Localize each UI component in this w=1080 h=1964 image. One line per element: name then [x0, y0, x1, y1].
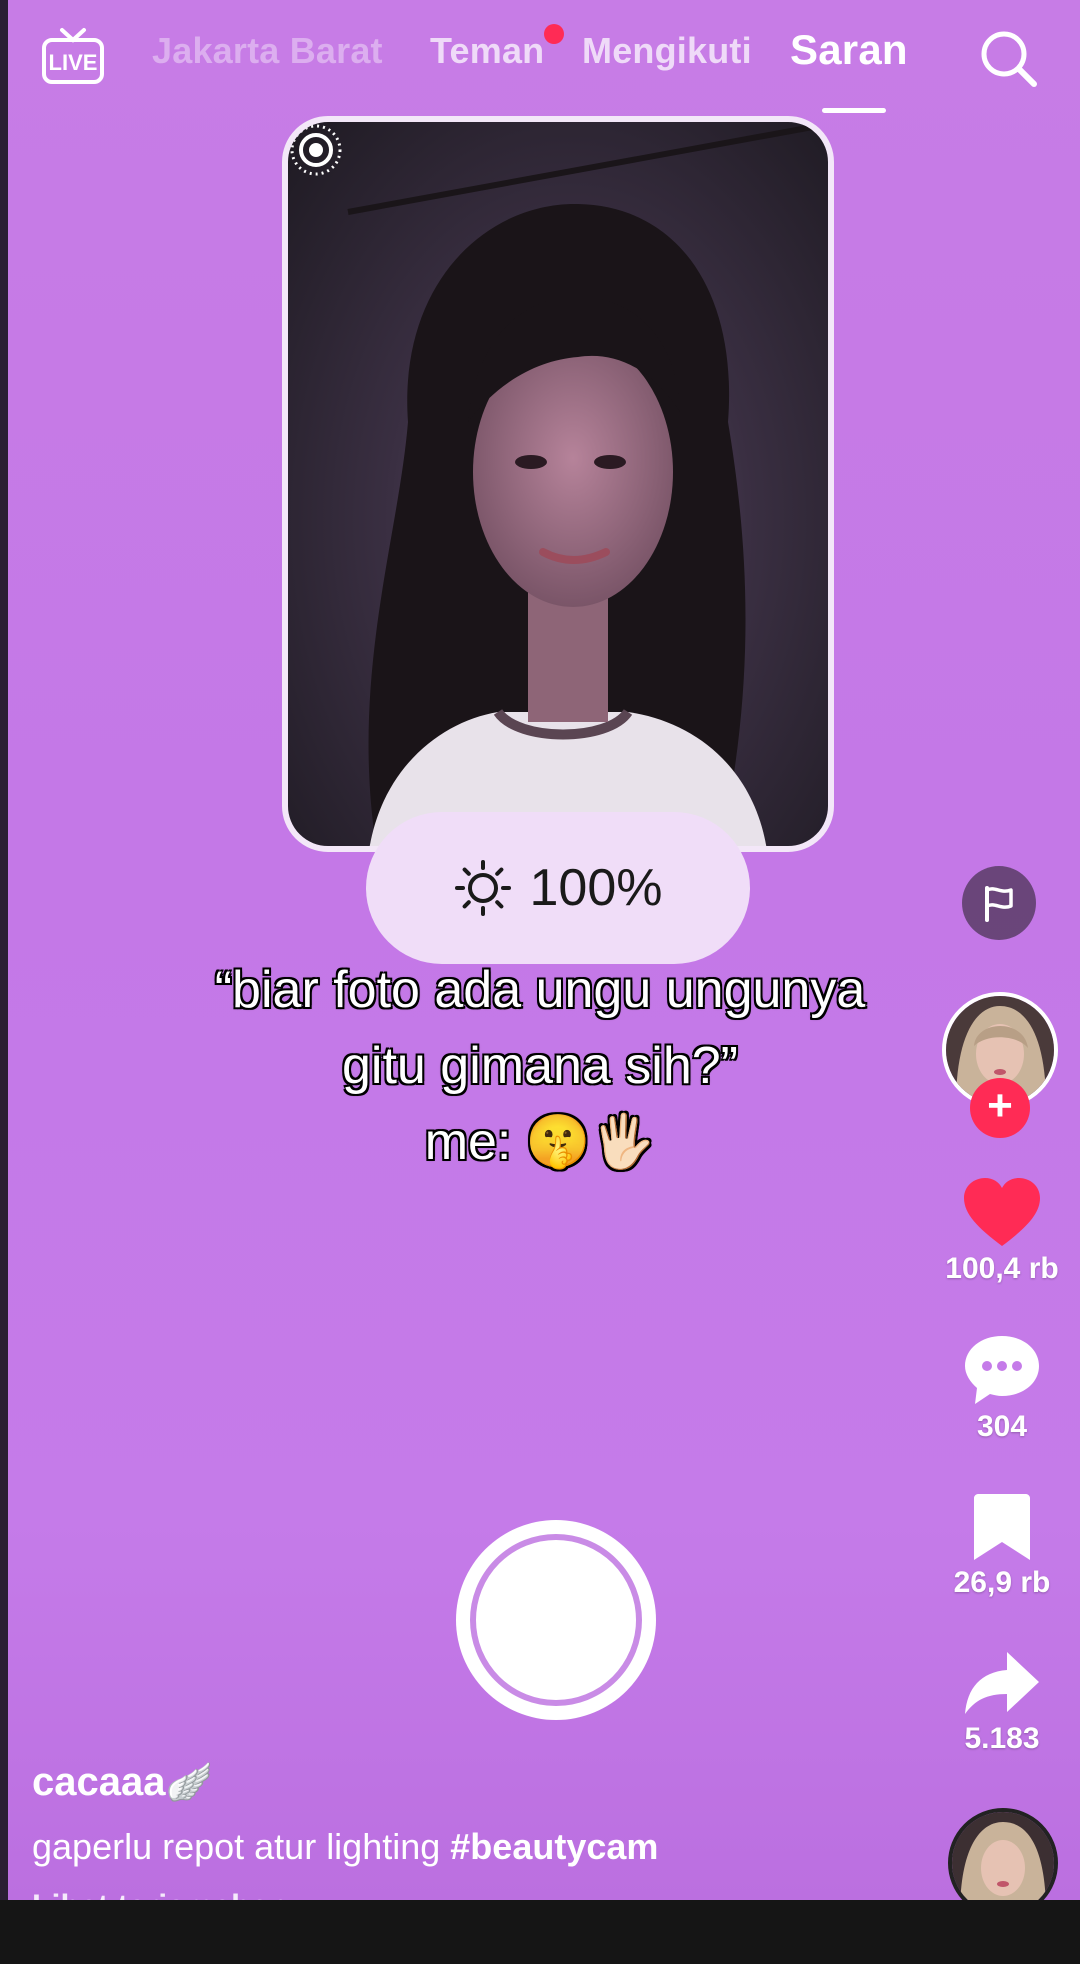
flag-icon — [985, 886, 1013, 922]
search-icon — [981, 31, 1037, 87]
save-count: 26,9 rb — [953, 1566, 1051, 1599]
description-text: gaperlu repot atur lighting — [32, 1826, 451, 1867]
tab-saran[interactable]: Saran — [790, 26, 908, 74]
notification-dot — [544, 24, 564, 44]
comment-button[interactable]: 304 — [932, 1332, 1072, 1444]
bottom-black-bar — [0, 1900, 1080, 1964]
like-count: 100,4 rb — [945, 1252, 1059, 1285]
brightness-value: 100% — [529, 859, 663, 917]
live-photo-icon[interactable] — [288, 122, 344, 178]
portrait-image — [347, 122, 828, 846]
heart-icon — [964, 1178, 1040, 1246]
live-button[interactable]: LIVE — [40, 22, 106, 88]
caption-line-1: “biar foto ada ungu ungunya — [214, 960, 867, 1020]
caption-line-2: gitu gimana sih?” — [341, 1036, 739, 1096]
share-button[interactable]: 5.183 — [932, 1648, 1072, 1756]
camera-preview — [282, 116, 834, 852]
tab-mengikuti[interactable]: Mengikuti — [582, 30, 752, 72]
follow-button[interactable]: + — [970, 1078, 1030, 1138]
post-username[interactable]: cacaaa🪽 — [32, 1760, 213, 1805]
hashtag-link[interactable]: #beautycam — [450, 1826, 658, 1867]
save-button[interactable]: 26,9 rb — [932, 1492, 1072, 1600]
search-button[interactable] — [976, 26, 1040, 90]
music-disc[interactable] — [948, 1808, 1058, 1900]
video-feed-screen: LIVE Jakarta Barat Teman Mengikuti Saran — [0, 0, 1080, 1900]
brightness-indicator[interactable]: 100% — [366, 812, 750, 964]
share-arrow-icon — [965, 1652, 1039, 1714]
wing-emoji: 🪽 — [165, 1762, 213, 1804]
live-label: LIVE — [49, 50, 98, 75]
caption-line-3: me: 🤫🖐🏻 — [424, 1112, 657, 1172]
comment-count: 304 — [976, 1410, 1028, 1443]
music-disc-image — [952, 1812, 1054, 1900]
active-tab-indicator — [822, 108, 886, 113]
bookmark-icon — [974, 1494, 1030, 1560]
brightness-icon — [454, 860, 511, 916]
post-description: gaperlu repot atur lighting #beautycam — [32, 1826, 658, 1868]
video-caption: “biar foto ada ungu ungunya gitu gimana … — [130, 952, 950, 1180]
comment-icon — [965, 1336, 1039, 1404]
like-button[interactable]: 100,4 rb — [932, 1176, 1072, 1286]
left-edge — [0, 0, 8, 1900]
username-text: cacaaa — [32, 1760, 166, 1804]
shutter-button[interactable] — [456, 1520, 656, 1720]
tab-teman[interactable]: Teman — [430, 30, 544, 72]
share-count: 5.183 — [964, 1722, 1040, 1755]
tab-jakarta-barat[interactable]: Jakarta Barat — [152, 30, 383, 72]
report-button[interactable] — [962, 866, 1036, 940]
shutter-inner-ring — [470, 1534, 642, 1706]
see-translation-link[interactable]: Lihat terjemahan — [32, 1888, 288, 1900]
tv-live-icon: LIVE — [42, 28, 104, 84]
